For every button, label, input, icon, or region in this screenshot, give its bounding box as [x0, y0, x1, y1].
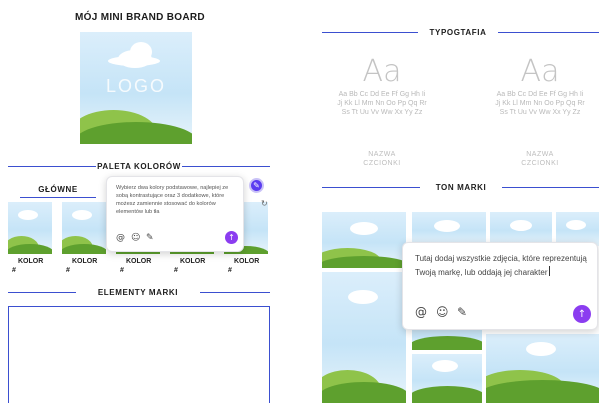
swatch-hex[interactable]: # — [66, 267, 70, 274]
color-swatch[interactable] — [8, 202, 52, 254]
font-sample-big: Aa — [362, 54, 402, 89]
mood-photo[interactable] — [412, 354, 482, 403]
swatch-label: KOLOR — [18, 258, 44, 265]
swatch-label: KOLOR — [72, 258, 98, 265]
edit-icon-glyph: ✎ — [253, 181, 260, 190]
ton-comment-text-content: Tutaj dodaj wszystkie zdjęcia, które rep… — [415, 254, 587, 277]
edit-icon[interactable]: ✎ — [249, 178, 264, 193]
palette-title: PALETA KOLORÓW — [97, 162, 181, 171]
primary-colors-label: GŁÓWNE — [38, 185, 78, 194]
logo-text: LOGO — [105, 76, 166, 96]
send-button[interactable]: ↑ — [225, 231, 238, 244]
hill-shape — [412, 386, 482, 403]
font-sample-2: Aa Aa Bb Cc Dd Ee Ff Gg Hh Ii Jj Kk Ll M… — [478, 56, 599, 117]
hill-shape — [8, 244, 52, 254]
text-caret — [548, 265, 550, 276]
palette-comment-text: Wybierz dwa kolory podstawowe, najlepiej… — [116, 185, 229, 215]
font-sample-1: Aa Aa Bb Cc Dd Ee Ff Gg Hh Ii Jj Kk Ll M… — [320, 56, 444, 117]
mood-photo[interactable] — [490, 212, 552, 246]
hill-shape — [62, 244, 106, 254]
divider-line — [502, 187, 599, 188]
font-name-2[interactable]: NAZWA CZCIONKI — [478, 150, 599, 168]
cloud-shape — [350, 222, 378, 235]
alphabet-line: Aa Bb Cc Dd Ee Ff Gg Hh Ii — [338, 91, 426, 98]
mood-photo[interactable] — [322, 272, 406, 403]
ton-comment-popup[interactable]: Tutaj dodaj wszystkie zdjęcia, które rep… — [402, 242, 598, 330]
divider-line — [322, 187, 420, 188]
color-swatch[interactable] — [62, 202, 106, 254]
alphabet-line: Jj Kk Ll Mm Nn Oo Pp Qq Rr — [337, 100, 427, 107]
brand-board-title: MÓJ MINI BRAND BOARD — [75, 12, 205, 23]
cloud-shape — [72, 210, 92, 220]
swatch-label: KOLOR — [126, 258, 152, 265]
alphabet-line: Jj Kk Ll Mm Nn Oo Pp Qq Rr — [495, 100, 585, 107]
swatch-hex[interactable]: # — [228, 267, 232, 274]
divider-line — [322, 32, 418, 33]
cloud-shape — [432, 360, 458, 372]
hill-shape — [412, 336, 482, 350]
sticker-icon[interactable]: ✎ — [457, 305, 467, 319]
emoji-icon[interactable]: ☺ — [436, 305, 449, 319]
swatch-label: KOLOR — [234, 258, 260, 265]
logo-placeholder[interactable]: LOGO — [80, 32, 192, 144]
alphabet-line: Ss Tt Uu Vv Ww Xx Yy Zz — [341, 109, 423, 116]
elements-box[interactable] — [8, 306, 270, 403]
hill-shape — [80, 122, 192, 144]
mood-photo[interactable] — [412, 212, 486, 246]
swatch-hex[interactable]: # — [120, 267, 124, 274]
elements-title: ELEMENTY MARKI — [97, 288, 179, 297]
hill-shape — [486, 380, 599, 403]
font-name-1[interactable]: NAZWA CZCIONKI — [320, 150, 444, 168]
alphabet-line: Aa Bb Cc Dd Ee Ff Gg Hh Ii — [496, 91, 584, 98]
sticker-icon[interactable]: ✎ — [146, 233, 154, 243]
emoji-icon[interactable]: ☺ — [131, 233, 140, 243]
cloud-shape — [434, 220, 460, 232]
ton-comment-text: Tutaj dodaj wszystkie zdjęcia, które rep… — [415, 253, 587, 279]
swatch-hex[interactable]: # — [174, 267, 178, 274]
divider-line — [182, 166, 270, 167]
mood-photo[interactable] — [322, 212, 406, 268]
font-name-line: CZCIONKI — [521, 160, 559, 167]
mention-icon[interactable]: @ — [415, 305, 427, 319]
alphabet-line: Ss Tt Uu Vv Ww Xx Yy Zz — [499, 109, 581, 116]
divider-line — [20, 197, 96, 198]
cloud-shape — [18, 210, 38, 220]
typography-title: TYPOGTAFIA — [429, 28, 487, 37]
palette-comment-popup[interactable]: Wybierz dwa kolory podstawowe, najlepiej… — [106, 176, 244, 252]
hill-shape — [322, 382, 406, 403]
hill-shape — [322, 256, 406, 268]
swatch-hex[interactable]: # — [12, 267, 16, 274]
cloud-shape — [526, 342, 556, 356]
cloud-shape — [510, 220, 532, 231]
mention-icon[interactable]: @ — [116, 233, 125, 243]
divider-line — [498, 32, 599, 33]
mood-photo[interactable] — [556, 212, 599, 246]
swatch-label: KOLOR — [180, 258, 206, 265]
divider-line — [200, 292, 270, 293]
right-page: TYPOGTAFIA Aa Aa Bb Cc Dd Ee Ff Gg Hh Ii… — [320, 0, 599, 403]
divider-line — [8, 166, 96, 167]
font-name-line: NAZWA — [526, 151, 554, 158]
refresh-icon[interactable]: ↻ — [261, 199, 268, 208]
font-name-line: NAZWA — [368, 151, 396, 158]
divider-line — [8, 292, 76, 293]
left-page: MÓJ MINI BRAND BOARD LOGO PALETA KOLORÓW… — [0, 0, 280, 403]
send-button[interactable]: ↑ — [573, 305, 591, 323]
font-name-line: CZCIONKI — [363, 160, 401, 167]
cloud-shape — [348, 290, 378, 304]
mood-photo[interactable] — [486, 334, 599, 403]
cloud-shape — [108, 56, 160, 66]
cloud-shape — [566, 220, 586, 230]
ton-title: TON MARKI — [435, 183, 487, 192]
font-sample-big: Aa — [520, 54, 560, 89]
